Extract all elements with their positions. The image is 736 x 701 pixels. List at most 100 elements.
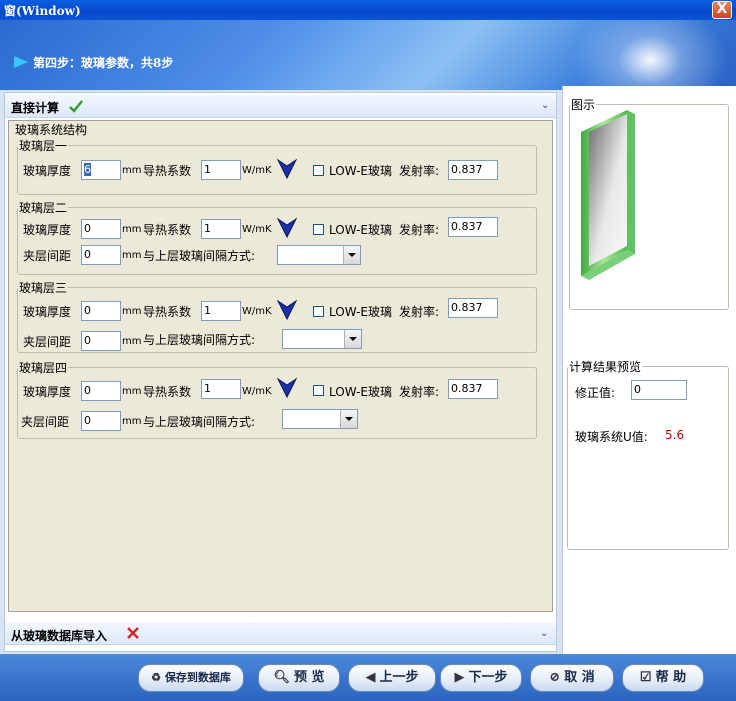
correction-label: 修正值: [575,386,616,400]
section-direct-calc-label: 直接计算 [11,101,60,115]
thickness-unit: mm [122,224,142,235]
title-bar: 窗(Window) X [0,0,736,20]
cancel-button[interactable]: ⊘ 取 消 [530,664,614,692]
expand-chevron-icon[interactable]: ⌄ [540,628,548,639]
gap-label: 夹层间距 [23,249,72,263]
step-arrow-icon [14,56,28,68]
thickness-input-3[interactable]: 0 [81,301,121,321]
lowe-checkbox-3[interactable] [313,306,324,317]
close-button[interactable]: X [712,1,732,19]
conductivity-input-3[interactable]: 1 [201,301,241,321]
save-to-db-label: 保存到数据库 [164,671,231,684]
gap-unit: mm [122,416,142,427]
step-indicator: 第四步：玻璃参数，共8步 [33,56,174,70]
thickness-label: 玻璃厚度 [23,223,72,237]
emissivity-input-2[interactable]: 0.837 [448,217,498,237]
window-title: 窗(Window) [4,4,81,18]
gap-input-3[interactable]: 0 [81,331,121,351]
lowe-label: LOW-E玻璃 [329,305,392,319]
cancel-label: 取 消 [564,670,595,685]
thickness-unit: mm [122,165,142,176]
thickness-label: 玻璃厚度 [23,305,72,319]
prev-step-label: 上一步 [379,670,419,685]
group-title: 玻璃系统结构 [15,123,88,137]
banner-glow [560,20,736,90]
section-db-import-label: 从玻璃数据库导入 [11,629,108,643]
prev-step-button[interactable]: ◀ 上一步 [348,664,436,692]
gap-unit: mm [122,336,142,347]
gap-label: 夹层间距 [21,415,70,429]
preview-label: 预 览 [293,670,325,685]
recycle-icon: ♻ [151,671,161,684]
conductivity-unit: W/mK [242,165,272,176]
lowe-checkbox-2[interactable] [313,224,324,235]
thickness-unit: mm [122,386,142,397]
glass-illustration [581,110,635,280]
help-label: 帮 助 [655,670,687,685]
conductivity-label: 导热系数 [143,164,192,178]
conductivity-label: 导热系数 [143,305,192,319]
correction-input[interactable]: 0 [631,380,687,400]
thickness-value: 6 [84,163,91,176]
material-picker-icon[interactable] [277,158,297,180]
glass-structure-panel: 玻璃系统结构 玻璃层一 玻璃厚度 6 mm 导热系数 1 W/mK LOW-E玻… [8,120,553,612]
right-panel: 图示 计算结果预览 修正值: 0 玻璃系统U值: 5.6 [562,86,736,654]
thickness-unit: mm [122,306,142,317]
u-value: 5.6 [665,428,685,442]
layer-4-title: 玻璃层四 [19,361,68,375]
arrow-right-icon: ▶ [454,670,465,685]
cancel-icon: ⊘ [549,670,561,685]
lowe-checkbox-1[interactable] [313,165,324,176]
gap-mode-label: 与上层玻璃间隔方式: [143,333,256,347]
dropdown-arrow-icon[interactable] [344,330,361,348]
conductivity-label: 导热系数 [143,223,192,237]
emissivity-input-4[interactable]: 0.837 [448,379,498,399]
emissivity-label: 发射率: [399,164,440,178]
emissivity-input-1[interactable]: 0.837 [448,160,498,180]
lowe-checkbox-4[interactable] [313,385,324,396]
lowe-label: LOW-E玻璃 [329,385,392,399]
dropdown-arrow-icon[interactable] [340,410,357,428]
conductivity-unit: W/mK [242,224,272,235]
dropdown-arrow-icon[interactable] [343,246,360,264]
conductivity-unit: W/mK [242,306,272,317]
arrow-left-icon: ◀ [365,670,376,685]
lowe-label: LOW-E玻璃 [329,164,392,178]
gap-mode-label: 与上层玻璃间隔方式: [143,249,256,263]
conductivity-input-1[interactable]: 1 [201,160,241,180]
layer-2-title: 玻璃层二 [19,201,68,215]
collapse-chevron-icon[interactable]: ⌄ [541,100,549,111]
gap-unit: mm [122,250,142,261]
thickness-label: 玻璃厚度 [23,385,72,399]
next-step-button[interactable]: ▶ 下一步 [440,664,522,692]
magnifier-icon: 🔍︎ [273,670,290,685]
results-title: 计算结果预览 [569,360,642,374]
emissivity-label: 发射率: [399,305,440,319]
save-to-db-button[interactable]: ♻ 保存到数据库 [138,664,244,692]
emissivity-label: 发射率: [399,385,440,399]
help-button[interactable]: ☑ 帮 助 [622,664,704,692]
thickness-input-4[interactable]: 0 [81,381,121,401]
section-db-import[interactable]: 从玻璃数据库导入 ⌄ [5,622,556,645]
conductivity-input-4[interactable]: 1 [201,379,241,399]
thickness-label: 玻璃厚度 [23,164,72,178]
next-step-label: 下一步 [468,670,508,685]
emissivity-input-3[interactable]: 0.837 [448,298,498,318]
section-direct-calc[interactable]: 直接计算 ⌄ [5,95,556,118]
gap-mode-select-3[interactable] [282,329,362,349]
material-picker-icon[interactable] [277,299,297,321]
gap-input-2[interactable]: 0 [81,245,121,265]
emissivity-label: 发射率: [399,223,440,237]
thickness-input-2[interactable]: 0 [81,219,121,239]
gap-mode-select-2[interactable] [277,245,361,265]
conductivity-label: 导热系数 [143,385,192,399]
conductivity-input-2[interactable]: 1 [201,219,241,239]
thickness-input-1[interactable]: 6 [81,160,121,180]
layer-1-title: 玻璃层一 [19,139,68,153]
preview-button[interactable]: 🔍︎ 预 览 [258,664,340,692]
material-picker-icon[interactable] [277,217,297,239]
gap-mode-select-4[interactable] [282,409,358,429]
check-icon [69,100,83,113]
gap-input-4[interactable]: 0 [81,411,121,431]
material-picker-icon[interactable] [277,377,297,399]
